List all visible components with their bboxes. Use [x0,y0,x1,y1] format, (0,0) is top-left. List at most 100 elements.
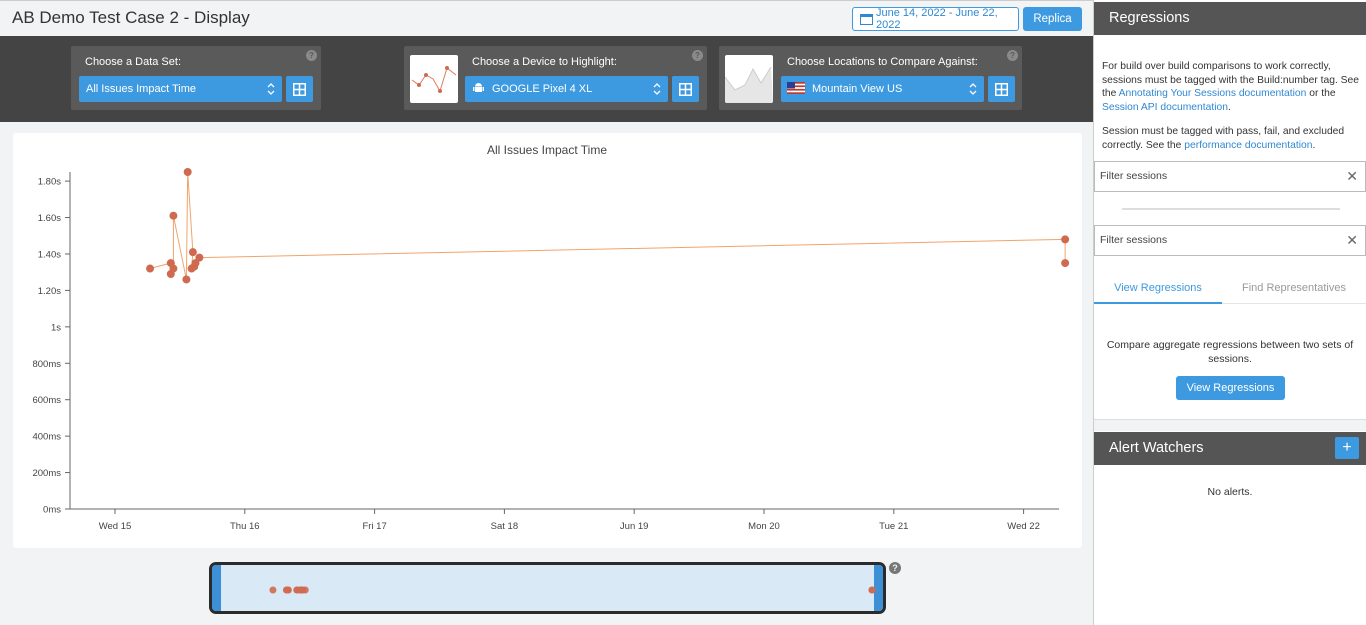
calendar-icon [860,14,873,25]
area-sparkline-icon [725,66,773,103]
chart-card: All Issues Impact Time 0ms 200ms 400ms 600m… [13,133,1082,548]
device-value: GOOGLE Pixel 4 XL [492,83,593,95]
y-tick-label: 1.80s [38,177,61,188]
dataset-select[interactable]: All Issues Impact Time [79,76,282,102]
filter-placeholder: Filter sessions [1100,234,1168,246]
data-point[interactable] [169,211,178,220]
data-point[interactable] [195,253,204,262]
data-point[interactable] [188,248,197,257]
info-paragraph: Session must be tagged with pass, fail, … [1102,125,1360,152]
replica-button[interactable]: Replica [1023,7,1082,31]
sparkline-icon [411,66,457,93]
data-point[interactable] [1061,259,1070,268]
x-tick-label: Fri 17 [362,521,386,532]
select-chevron-icon [653,83,661,95]
grid-icon [995,82,1008,96]
close-icon[interactable]: ✕ [1346,226,1358,255]
divider [1122,208,1340,210]
info-paragraph: For build over build comparisons to work… [1102,60,1360,114]
help-icon[interactable]: ? [1007,50,1018,61]
select-chevron-icon [969,83,977,95]
impact-time-chart[interactable]: All Issues Impact Time 0ms 200ms 400ms 600m… [13,133,1082,548]
help-icon[interactable]: ? [692,50,703,61]
performance-doc-link[interactable]: performance documentation [1184,140,1312,151]
location-thumbnail [725,55,773,103]
brush-minimap [269,586,876,594]
regressions-info: For build over build comparisons to work… [1102,60,1360,163]
grid-icon [679,82,692,96]
dataset-value: All Issues Impact Time [86,83,197,95]
brush-point [301,586,309,594]
section-separator [1094,419,1366,431]
location-grid-button[interactable] [988,76,1015,102]
data-point[interactable] [183,168,192,176]
chart-title: All Issues Impact Time [487,143,607,157]
y-tick-label: 1.40s [38,249,61,260]
y-tick-label: 1.60s [38,213,61,224]
brush-point [269,586,277,594]
date-range-label: June 14, 2022 - June 22, 2022 [876,7,998,31]
location-value: Mountain View US [812,83,903,95]
info-text: . [1227,101,1231,113]
data-point[interactable] [1061,235,1070,244]
location-control: Choose Locations to Compare Against: ? M… [719,46,1022,110]
series-line [149,171,1066,280]
data-point[interactable] [146,264,155,273]
tab-find-representatives[interactable]: Find Representatives [1222,275,1366,304]
dataset-control: Choose a Data Set: ? All Issues Impact T… [71,46,321,110]
help-icon[interactable]: ? [889,562,901,574]
sidebar: Regressions For build over build compari… [1093,0,1366,625]
y-axis: 0ms 200ms 400ms 600ms 800ms 1s 1.20s 1.40s 1.60s… [32,172,71,516]
x-tick-label: Mon 20 [748,521,780,532]
location-select[interactable]: Mountain View US [781,76,984,102]
x-axis: Wed 15 Thu 16 Fri 17 Sat 18 Jun 19 Mon 20 Tue … [70,508,1059,532]
annotating-sessions-link[interactable]: Annotating Your Sessions documentation [1119,88,1307,99]
dataset-grid-button[interactable] [286,76,313,102]
info-text: . [1312,139,1316,151]
device-thumbnail [410,55,458,103]
compare-description: Compare aggregate regressions between tw… [1106,339,1354,365]
x-tick-label: Thu 16 [230,521,260,532]
device-grid-button[interactable] [672,76,699,102]
filter-placeholder: Filter sessions [1100,170,1168,182]
brush-window[interactable] [212,565,883,611]
location-label: Choose Locations to Compare Against: [787,56,978,68]
device-select[interactable]: GOOGLE Pixel 4 XL [465,76,668,102]
date-range-button[interactable]: June 14, 2022 - June 22, 2022 [852,7,1019,31]
grid-icon [293,82,306,96]
y-tick-label: 200ms [32,468,61,479]
x-tick-label: Wed 22 [1007,521,1040,532]
time-brush[interactable] [209,562,886,614]
filter-sessions-input[interactable]: Filter sessions ✕ [1094,161,1366,192]
info-text: or the [1306,88,1336,99]
us-flag-icon [787,82,805,94]
y-tick-label: 400ms [32,432,61,443]
add-watcher-button[interactable]: + [1335,437,1359,459]
device-control: Choose a Device to Highlight: ? GOOGLE P… [404,46,707,110]
alert-watchers-header: Alert Watchers [1094,432,1366,465]
y-tick-label: 1.20s [38,286,61,297]
session-api-link[interactable]: Session API documentation [1102,102,1228,113]
y-tick-label: 1s [51,322,61,333]
filter-sessions-input[interactable]: Filter sessions ✕ [1094,225,1366,256]
data-point[interactable] [182,275,191,284]
close-icon[interactable]: ✕ [1346,162,1358,191]
y-tick-label: 600ms [32,395,61,406]
android-icon [473,83,484,92]
control-bar: Choose a Data Set: ? All Issues Impact T… [0,36,1093,122]
x-tick-label: Jun 19 [620,521,649,532]
no-alerts-text: No alerts. [1207,486,1253,498]
main-area: AB Demo Test Case 2 - Display June 14, 2… [0,0,1093,625]
x-tick-label: Wed 15 [99,521,132,532]
select-chevron-icon [267,83,275,95]
data-point[interactable] [169,264,178,273]
view-regressions-button[interactable]: View Regressions [1176,376,1285,400]
dataset-label: Choose a Data Set: [85,56,182,68]
help-icon[interactable]: ? [306,50,317,61]
plot-area [146,168,1070,284]
regressions-header: Regressions [1094,2,1366,35]
device-label: Choose a Device to Highlight: [472,56,617,68]
tab-view-regressions[interactable]: View Regressions [1094,275,1222,304]
y-tick-label: 0ms [43,505,61,516]
page-title: AB Demo Test Case 2 - Display [12,8,250,27]
